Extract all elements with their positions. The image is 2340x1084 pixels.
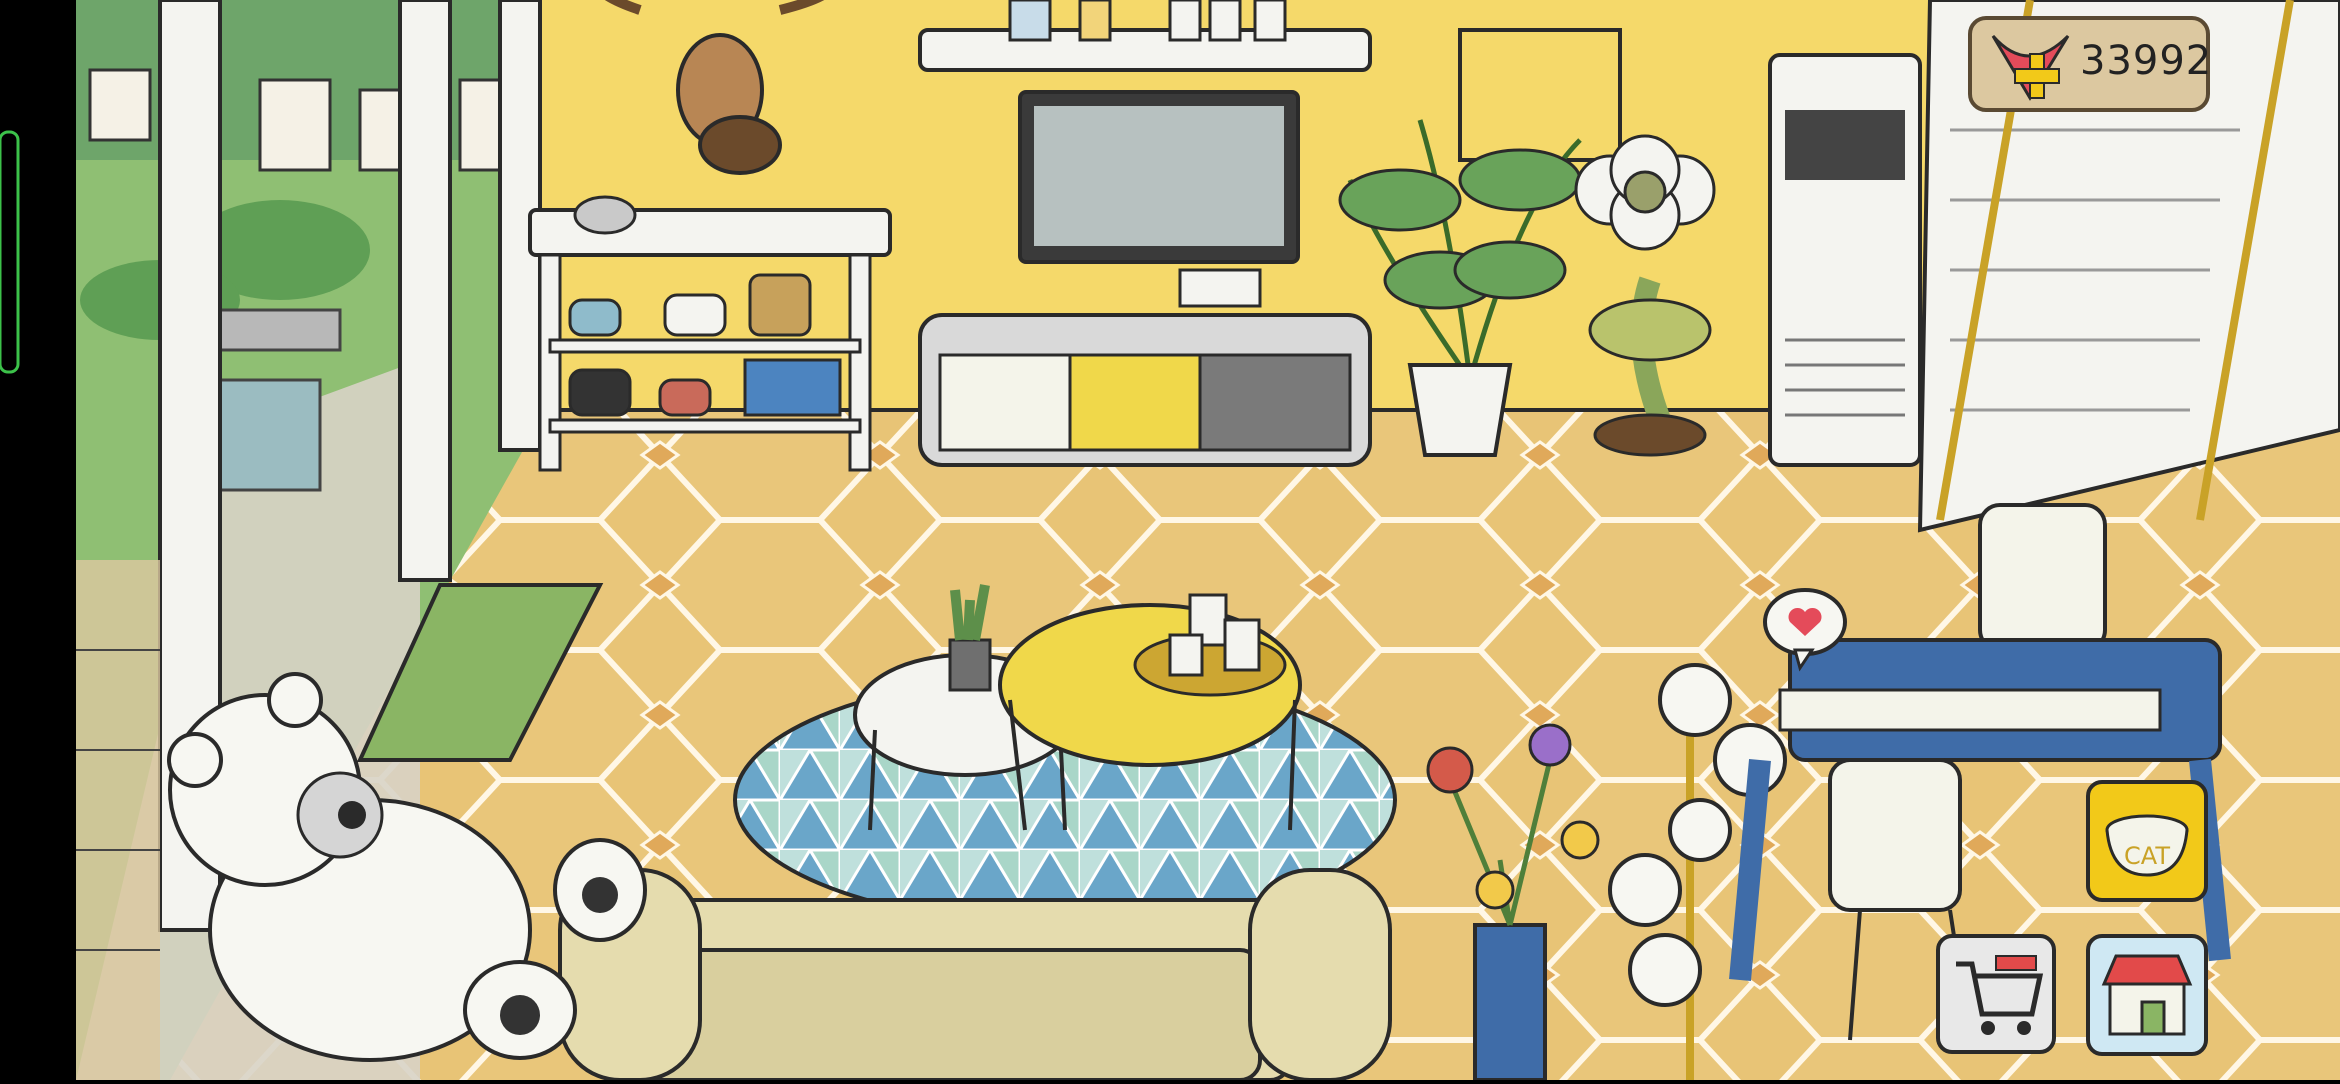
shopping-cart-button[interactable]: [1936, 934, 2056, 1054]
wall-shelf: [918, 28, 1372, 72]
air-conditioner[interactable]: [1768, 53, 1922, 467]
hearts-count: 33992: [2080, 38, 2213, 84]
hearts-currency-panel[interactable]: 33992: [1968, 16, 2213, 112]
game-scene: 33992 CAT: [0, 0, 2340, 1082]
television[interactable]: [1018, 90, 1300, 264]
cat-food-button[interactable]: CAT: [2086, 780, 2208, 902]
shopping-cart-icon: [1936, 934, 2056, 1054]
cat-food-label: CAT: [2124, 842, 2170, 870]
sofa[interactable]: [558, 868, 1392, 1082]
tv-cabinet[interactable]: [918, 313, 1372, 467]
shop-house-icon: [2086, 934, 2208, 1056]
shop-button[interactable]: [2086, 934, 2208, 1056]
cat-bowl-icon: CAT: [2086, 780, 2208, 902]
room-illustration: [0, 0, 2340, 1082]
